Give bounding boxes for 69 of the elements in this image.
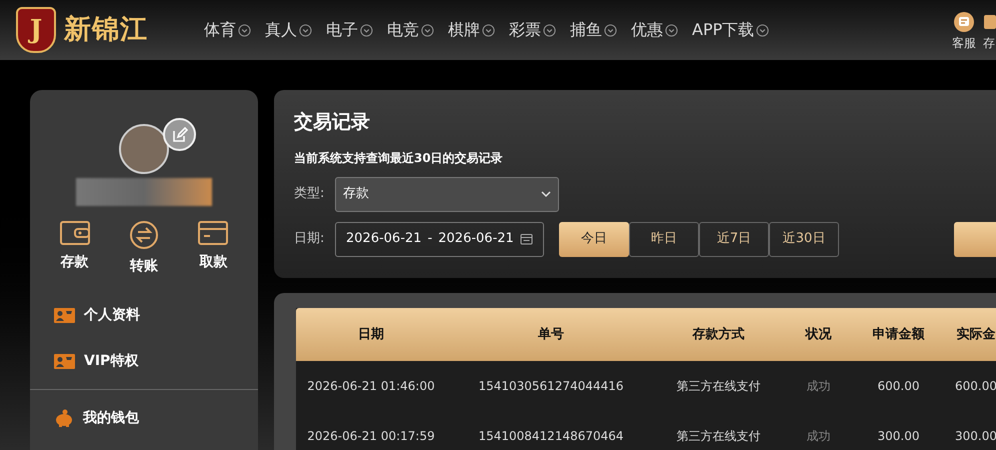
nav-item[interactable]: 电子 [326,18,373,42]
header-tool-button[interactable]: 客服 [952,10,976,52]
table-cell-text: 600.00 [954,378,996,395]
transfer-icon [128,220,159,250]
column-header: 实际金 [956,326,996,344]
type-label: 类型: [294,185,326,204]
chevron-down-icon [238,24,251,36]
sidebar-menu-item[interactable]: 我的钱包 [30,400,258,436]
info-note: 当前系统支持查询最近30日的交易记录 [294,150,504,166]
card-icon [197,220,230,246]
nav-item[interactable]: 彩票 [509,18,556,42]
chat-icon [953,10,975,32]
piggy-bank-icon [54,409,74,427]
chevron-down-icon [665,24,678,36]
table-cell-text: 1541008412148670464 [477,428,625,445]
date-range-tab[interactable]: 昨日 [629,222,699,256]
id-card-icon [54,308,75,322]
table-cell-text: 第三方在线支付 [676,428,762,445]
edit-icon[interactable] [163,118,196,151]
column-header: 存款方式 [691,326,746,344]
logo-text[interactable]: 新锦江 [64,10,148,50]
table-cell-text: 1541030561274044416 [477,378,625,395]
table-cell-text: 2026-06-21 01:46:00 [306,378,436,395]
chevron-down-icon [421,24,434,36]
wallet-action-button[interactable]: 取款 [183,220,244,277]
column-header: 日期 [357,326,385,344]
nav-item[interactable]: 捕鱼 [570,18,617,42]
chevron-down-icon [756,24,770,36]
table-cell-text: 第三方在线支付 [676,378,762,395]
date-range-tab[interactable]: 近30日 [769,222,839,256]
type-select[interactable]: 存款 [335,176,559,212]
chevron-down-icon [543,24,556,36]
nav-item[interactable]: APP下载 [692,18,770,42]
chevron-down-icon [541,190,551,198]
column-header: 状况 [804,326,832,344]
sidebar-menu-item[interactable]: 个人资料 [30,297,258,333]
table-cell-text: 300.00 [954,428,996,445]
table-cell-text: 成功 [806,378,832,395]
date-to: 2026-06-21 [438,230,514,248]
header-tool-button[interactable]: 存 [982,10,996,52]
date-range-tab[interactable]: 近7日 [699,222,769,256]
date-range-tab[interactable]: 今日 [559,222,629,256]
logo-emblem[interactable]: J [16,7,56,53]
chevron-down-icon [604,24,617,36]
column-header: 单号 [537,326,565,344]
chevron-down-icon [360,24,373,36]
nav-item[interactable]: 真人 [265,18,312,42]
date-label: 日期: [294,230,326,248]
wallet-action-button[interactable]: 转账 [114,220,174,277]
table-cell-text: 600.00 [876,378,920,395]
date-range-field[interactable]: 2026-06-21 - 2026-06-21 [335,222,544,256]
sidebar-menu-item[interactable]: VIP特权 [30,343,258,379]
nav-item[interactable]: 优惠 [631,18,678,42]
nav-item[interactable]: 体育 [204,18,251,42]
date-separator: - [428,230,432,248]
calendar-icon [520,233,533,245]
table-cell-text: 2026-06-21 00:17:59 [306,428,436,445]
avatar [119,124,169,174]
wallet-action-button[interactable]: 存款 [44,220,105,277]
chevron-down-icon [299,24,312,36]
column-header: 申请金额 [872,326,926,344]
chevron-down-icon [482,24,495,36]
table-cell-text: 成功 [806,428,832,445]
date-from: 2026-06-21 [346,230,422,248]
table-cell-text: 300.00 [876,428,920,445]
id-card-icon [54,354,75,368]
nav-item[interactable]: 电竞 [387,18,434,42]
nav-item[interactable]: 棋牌 [448,18,495,42]
page-title: 交易记录 [294,110,371,135]
